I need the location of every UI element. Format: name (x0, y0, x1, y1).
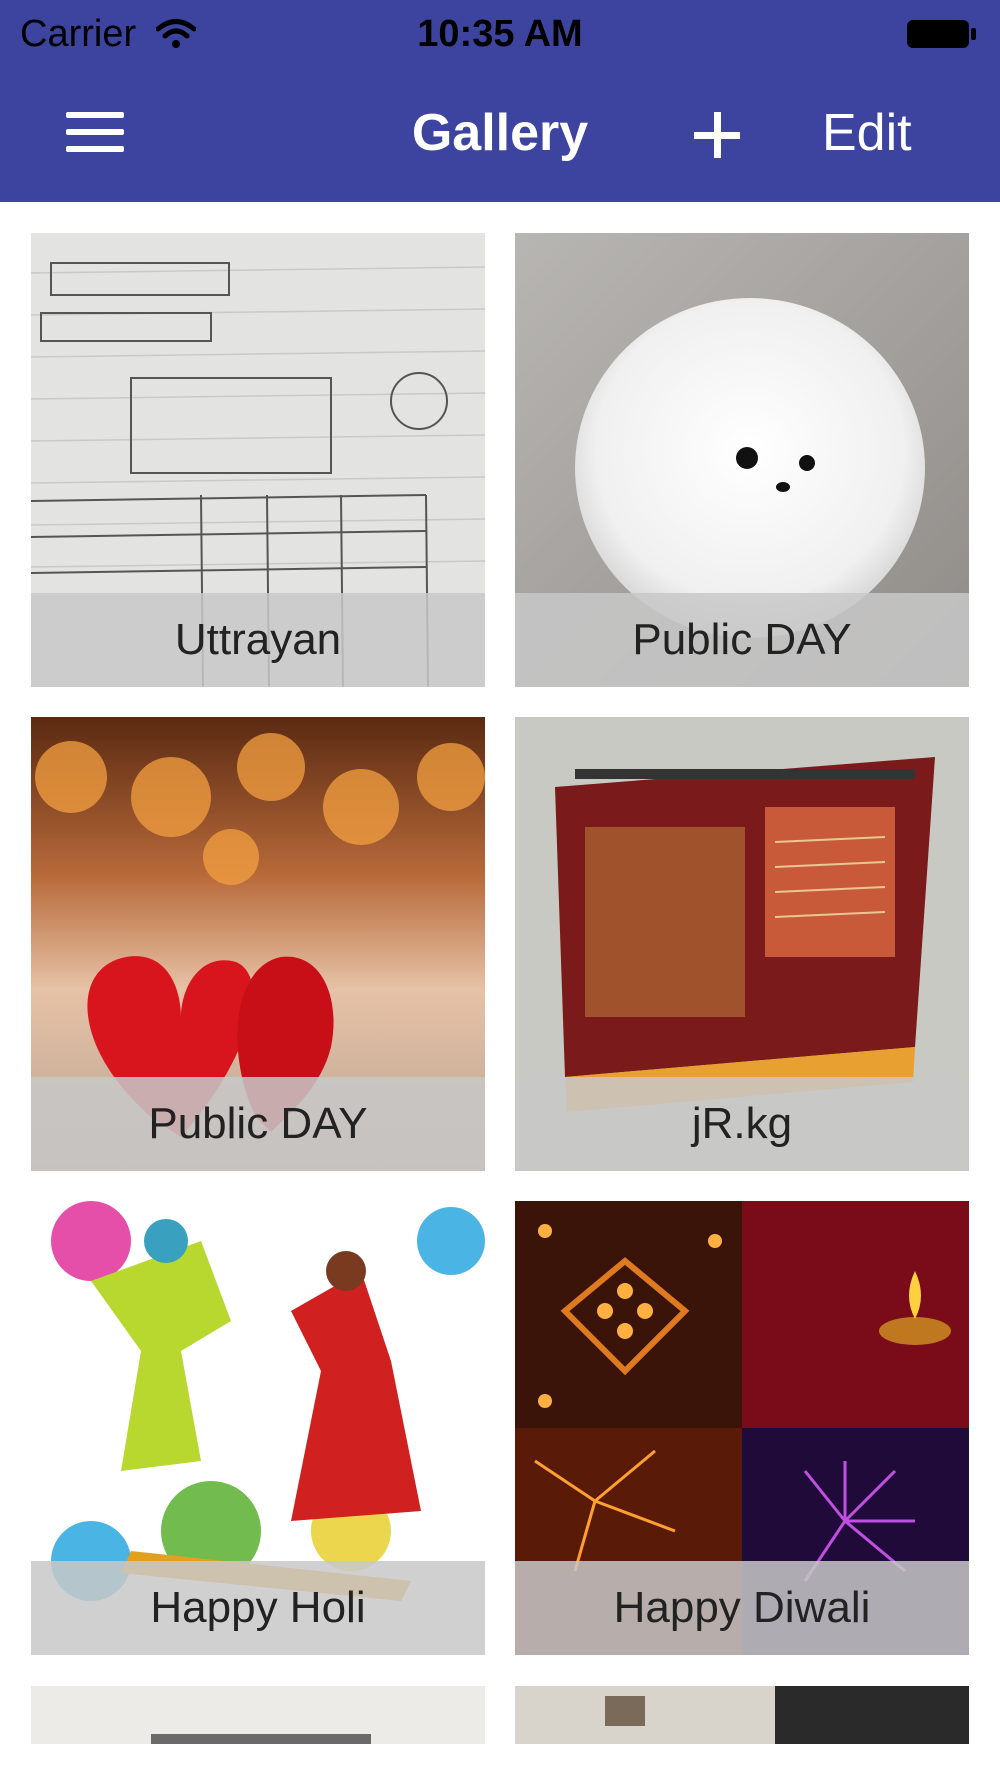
battery-icon (907, 20, 976, 48)
partial-photo (31, 1686, 485, 1744)
gallery-item-caption: Public DAY (515, 593, 969, 687)
gallery-item[interactable]: Happy Diwali (515, 1201, 969, 1655)
status-time: 10:35 AM (417, 13, 583, 55)
gallery-item[interactable]: jR.kg (515, 717, 969, 1171)
gallery-item[interactable]: Uttrayan (31, 233, 485, 687)
partial-photo (515, 1686, 969, 1744)
gallery-item-caption: Uttrayan (31, 593, 485, 687)
gallery-item[interactable]: Happy Holi (31, 1201, 485, 1655)
gallery-item-caption: Public DAY (31, 1077, 485, 1171)
gallery-item[interactable]: Public DAY (31, 717, 485, 1171)
add-button[interactable] (694, 106, 752, 164)
gallery-item-caption: Happy Holi (31, 1561, 485, 1655)
edit-button[interactable]: Edit (822, 100, 912, 166)
gallery-item[interactable] (31, 1686, 485, 1744)
gallery-item-caption: jR.kg (515, 1077, 969, 1171)
gallery-item-caption: Happy Diwali (515, 1561, 969, 1655)
gallery-item[interactable] (515, 1686, 969, 1744)
gallery-item[interactable]: Public DAY (515, 233, 969, 687)
top-bar: Carrier 10:35 AM Gallery Edit (0, 0, 1000, 202)
